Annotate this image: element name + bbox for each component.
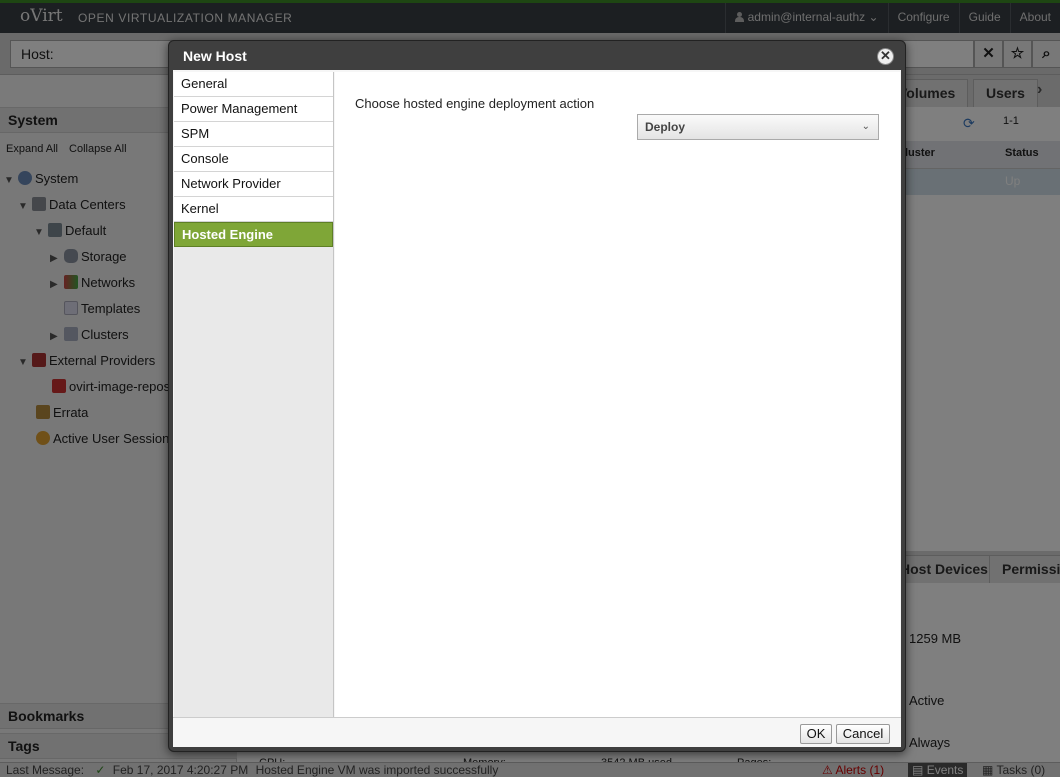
dialog-title: New Host <box>183 48 247 64</box>
tab-console[interactable]: Console <box>174 147 333 172</box>
tab-general[interactable]: General <box>174 72 333 97</box>
tab-network-provider[interactable]: Network Provider <box>174 172 333 197</box>
cancel-button[interactable]: Cancel <box>836 724 890 744</box>
deployment-action-value: Deploy <box>645 120 686 134</box>
deployment-action-label: Choose hosted engine deployment action <box>355 96 595 111</box>
tab-kernel[interactable]: Kernel <box>174 197 333 222</box>
dialog-body: General Power Management SPM Console Net… <box>173 70 901 747</box>
new-host-dialog: New Host ✕ General Power Management SPM … <box>168 40 906 752</box>
tab-power-management[interactable]: Power Management <box>174 97 333 122</box>
tab-hosted-engine[interactable]: Hosted Engine <box>174 222 333 247</box>
hosted-engine-panel: Choose hosted engine deployment action D… <box>335 72 900 717</box>
deployment-action-select[interactable]: Deploy ⌄ <box>637 114 879 140</box>
ok-button[interactable]: OK <box>800 724 832 744</box>
chevron-down-icon: ⌄ <box>861 121 870 132</box>
tab-spm[interactable]: SPM <box>174 122 333 147</box>
dialog-vertical-tabs: General Power Management SPM Console Net… <box>174 72 334 717</box>
dialog-footer: OK Cancel <box>173 717 901 747</box>
close-icon[interactable]: ✕ <box>877 48 894 65</box>
